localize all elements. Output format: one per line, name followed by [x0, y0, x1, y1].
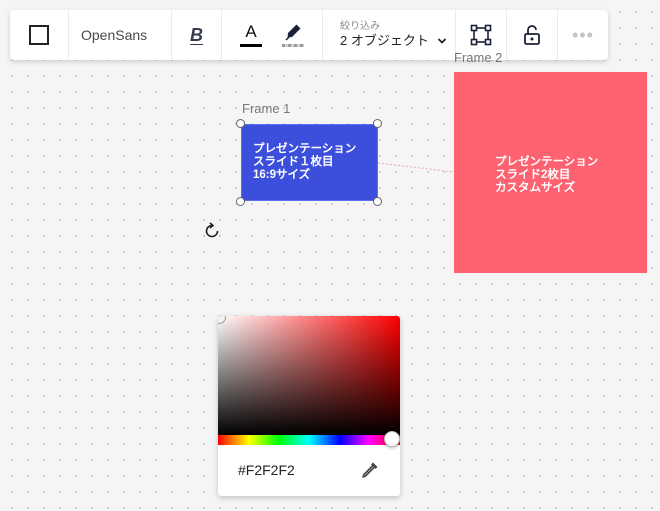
bold-icon: B [190, 24, 203, 45]
frame1-text-line: 16:9サイズ [253, 169, 311, 181]
bold-button[interactable]: B [172, 10, 222, 60]
eyedropper-icon[interactable] [360, 460, 380, 480]
frame1-text-line: プレゼンテーション [253, 143, 357, 155]
filter-value: 2 オブジェクト [340, 33, 429, 48]
frame2-text: プレゼンテーション スライド2枚目 カスタムサイズ [495, 156, 598, 195]
chevron-down-icon [437, 37, 447, 45]
filter-dropdown[interactable]: 絞り込み 2 オブジェクト [323, 10, 456, 60]
text-color-icon: A [245, 22, 257, 41]
frame2-text-line: スライド2枚目 [495, 169, 571, 181]
frame1-text-line: スライド１枚目 [253, 156, 334, 168]
text-color-swatch [240, 44, 262, 47]
resize-handle-bottom-right[interactable] [373, 197, 382, 206]
frame2-text-line: プレゼンテーション [495, 156, 599, 168]
more-dots-icon: ••• [572, 25, 594, 45]
hue-knob[interactable] [384, 431, 400, 447]
frame2-text-line: カスタムサイズ [495, 182, 576, 194]
toolbar: OpenSans B A 絞り込み 2 オブジェクト ••• [10, 10, 608, 60]
marker-pen-icon [285, 24, 301, 41]
square-outline-icon [29, 25, 49, 45]
frame-icon [470, 24, 492, 46]
color-picker: #F2F2F2 [218, 316, 400, 496]
frame-2[interactable]: プレゼンテーション スライド2枚目 カスタムサイズ [454, 72, 647, 273]
frame-1[interactable]: プレゼンテーション スライド１枚目 16:9サイズ [241, 124, 378, 201]
highlight-color-button[interactable] [280, 23, 306, 47]
shape-button[interactable] [10, 10, 69, 60]
unlock-icon [524, 25, 540, 45]
frame1-text: プレゼンテーション スライド１枚目 16:9サイズ [253, 143, 356, 182]
saturation-knob[interactable] [218, 316, 226, 324]
font-family-select[interactable]: OpenSans [69, 10, 172, 60]
color-tools: A [222, 10, 323, 60]
hue-slider[interactable] [218, 435, 400, 445]
frame2-label: Frame 2 [454, 50, 503, 65]
connector-line [378, 162, 455, 173]
more-button[interactable]: ••• [558, 10, 608, 60]
filter-value-row: 2 オブジェクト [340, 33, 447, 49]
frame1-label: Frame 1 [242, 101, 291, 116]
rotate-icon[interactable] [203, 222, 221, 240]
resize-handle-bottom-left[interactable] [236, 197, 245, 206]
filter-label: 絞り込み [340, 21, 380, 32]
saturation-area[interactable] [218, 316, 400, 435]
lock-button[interactable] [507, 10, 558, 60]
font-name: OpenSans [81, 27, 148, 43]
resize-handle-top-left[interactable] [236, 119, 245, 128]
highlight-color-swatch [282, 44, 304, 47]
hex-value[interactable]: #F2F2F2 [238, 462, 295, 478]
resize-handle-top-right[interactable] [373, 119, 382, 128]
text-color-button[interactable]: A [238, 23, 264, 47]
